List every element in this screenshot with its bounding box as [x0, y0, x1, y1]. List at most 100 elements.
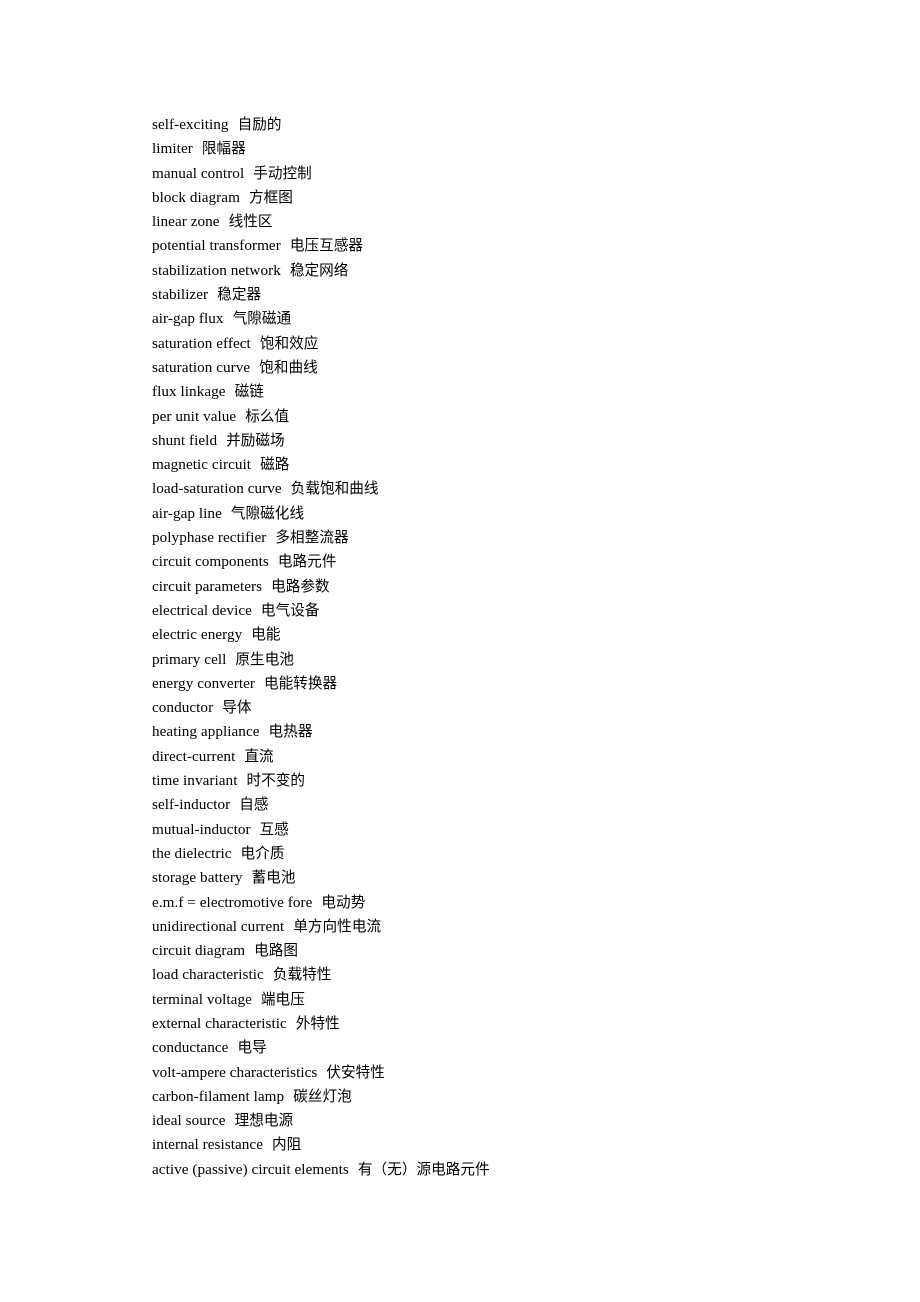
glossary-gloss-chinese: 原生电池: [235, 650, 294, 668]
glossary-gloss-chinese: 标么值: [245, 407, 290, 425]
glossary-gloss-chinese: 伏安特性: [326, 1063, 385, 1081]
glossary-term-english: circuit parameters: [152, 577, 263, 595]
glossary-entry: ideal source 理想电源: [152, 1109, 852, 1133]
glossary-entry: per unit value 标么值: [152, 405, 852, 429]
glossary-term-english: per unit value: [152, 407, 237, 425]
glossary-term-english: circuit diagram: [152, 942, 246, 960]
glossary-gloss-chinese: 电压互感器: [289, 237, 364, 255]
glossary-gloss-chinese: 稳定网络: [289, 261, 349, 279]
glossary-term-english: internal resistance: [152, 1136, 264, 1154]
glossary-term-english: electric energy: [152, 626, 243, 644]
glossary-term-english: conductor: [152, 699, 214, 717]
glossary-entry: stabilization network 稳定网络: [152, 259, 852, 283]
glossary-term-english: potential transformer: [152, 237, 281, 255]
glossary-gloss-chinese: 稳定器: [217, 286, 262, 304]
glossary-entry: self-inductor 自感: [152, 793, 852, 817]
glossary-term-english: air-gap flux: [152, 310, 224, 328]
glossary-term-english: unidirectional current: [152, 917, 285, 935]
glossary-gloss-chinese: 手动控制: [253, 164, 312, 182]
glossary-entry: terminal voltage 端电压: [152, 988, 852, 1012]
glossary-entry: the dielectric 电介质: [152, 842, 852, 866]
glossary-gloss-chinese: 方框图: [248, 188, 293, 206]
glossary-term-english: conductance: [152, 1039, 229, 1057]
glossary-gloss-chinese: 多相整流器: [275, 529, 349, 547]
glossary-gloss-chinese: 电能: [251, 626, 281, 644]
glossary-term-english: mutual-inductor: [152, 820, 251, 838]
glossary-term-english: block diagram: [152, 188, 240, 206]
glossary-term-english: stabilization network: [152, 261, 281, 279]
glossary-entry: e.m.f = electromotive fore 电动势: [152, 891, 852, 915]
glossary-gloss-chinese: 气隙磁化线: [230, 504, 305, 522]
glossary-term-english: heating appliance: [152, 723, 260, 741]
glossary-entry: air-gap line 气隙磁化线: [152, 502, 852, 526]
glossary-entry: limiter 限幅器: [152, 137, 852, 161]
glossary-term-english: saturation effect: [152, 334, 251, 352]
glossary-entry: direct-current 直流: [152, 745, 852, 769]
glossary-entry: energy converter 电能转换器: [152, 672, 852, 696]
glossary-entry: linear zone 线性区: [152, 210, 852, 234]
glossary-gloss-chinese: 电路元件: [277, 553, 337, 571]
glossary-gloss-chinese: 自励的: [237, 116, 282, 133]
glossary-term-english: polyphase rectifier: [152, 529, 267, 547]
glossary-term-english: primary cell: [152, 650, 227, 668]
glossary-term-english: direct-current: [152, 747, 236, 765]
glossary-gloss-chinese: 负载特性: [272, 966, 332, 984]
glossary-entry: circuit parameters 电路参数: [152, 575, 852, 599]
glossary-entry-list: self-exciting 自励的 limiter 限幅器 manual control…: [152, 113, 852, 1182]
glossary-term-english: flux linkage: [152, 383, 226, 401]
glossary-term-english: the dielectric: [152, 844, 232, 862]
glossary-entry: external characteristic 外特性: [152, 1012, 852, 1036]
glossary-term-english: e.m.f = electromotive fore: [152, 893, 313, 911]
glossary-entry: conductance 电导: [152, 1036, 852, 1060]
glossary-gloss-chinese: 电路图: [254, 942, 299, 960]
glossary-gloss-chinese: 端电压: [260, 990, 305, 1008]
glossary-gloss-chinese: 气隙磁通: [232, 310, 292, 328]
glossary-entry: magnetic circuit 磁路: [152, 453, 852, 477]
glossary-entry: active (passive) circuit elements 有（无）源电路…: [152, 1158, 852, 1182]
glossary-term-english: terminal voltage: [152, 990, 252, 1008]
glossary-entry: volt-ampere characteristics 伏安特性: [152, 1061, 852, 1085]
glossary-term-english: external characteristic: [152, 1014, 287, 1032]
glossary-term-english: shunt field: [152, 431, 218, 449]
glossary-term-english: self-exciting: [152, 116, 229, 133]
glossary-entry: circuit components 电路元件: [152, 550, 852, 574]
glossary-gloss-chinese: 单方向性电流: [293, 917, 382, 935]
glossary-entry: storage battery 蓄电池: [152, 866, 852, 890]
glossary-term-english: energy converter: [152, 674, 255, 692]
document-page: self-exciting 自励的 limiter 限幅器 manual control…: [0, 0, 920, 1302]
glossary-entry: circuit diagram 电路图: [152, 939, 852, 963]
glossary-term-english: active (passive) circuit elements: [152, 1160, 349, 1178]
glossary-entry: polyphase rectifier 多相整流器: [152, 526, 852, 550]
glossary-gloss-chinese: 导体: [222, 699, 252, 717]
glossary-term-english: air-gap line: [152, 504, 222, 522]
glossary-entry: electrical device 电气设备: [152, 599, 852, 623]
glossary-entry: saturation effect 饱和效应: [152, 332, 852, 356]
glossary-gloss-chinese: 电导: [237, 1039, 267, 1057]
glossary-term-english: self-inductor: [152, 796, 231, 814]
glossary-term-english: carbon-filament lamp: [152, 1087, 285, 1105]
glossary-entry: load characteristic 负载特性: [152, 963, 852, 987]
glossary-gloss-chinese: 线性区: [228, 213, 273, 231]
glossary-gloss-chinese: 理想电源: [234, 1112, 294, 1130]
glossary-entry: electric energy 电能: [152, 623, 852, 647]
glossary-gloss-chinese: 内阻: [272, 1136, 302, 1154]
glossary-gloss-chinese: 电介质: [240, 844, 285, 862]
glossary-entry: air-gap flux 气隙磁通: [152, 307, 852, 331]
glossary-term-english: storage battery: [152, 869, 243, 887]
glossary-gloss-chinese: 磁链: [234, 383, 264, 401]
glossary-gloss-chinese: 有（无）源电路元件: [357, 1160, 490, 1178]
glossary-gloss-chinese: 电热器: [268, 723, 313, 741]
glossary-gloss-chinese: 磁路: [260, 456, 290, 474]
glossary-gloss-chinese: 时不变的: [246, 772, 306, 790]
glossary-entry: saturation curve 饱和曲线: [152, 356, 852, 380]
glossary-gloss-chinese: 外特性: [295, 1014, 340, 1032]
glossary-gloss-chinese: 互感: [259, 820, 289, 838]
glossary-gloss-chinese: 电气设备: [260, 601, 320, 619]
glossary-gloss-chinese: 限幅器: [201, 140, 246, 158]
glossary-entry: block diagram 方框图: [152, 186, 852, 210]
glossary-term-english: circuit components: [152, 553, 269, 571]
glossary-gloss-chinese: 电路参数: [271, 577, 330, 595]
glossary-gloss-chinese: 蓄电池: [251, 869, 296, 887]
glossary-entry: manual control 手动控制: [152, 162, 852, 186]
glossary-entry: carbon-filament lamp 碳丝灯泡: [152, 1085, 852, 1109]
